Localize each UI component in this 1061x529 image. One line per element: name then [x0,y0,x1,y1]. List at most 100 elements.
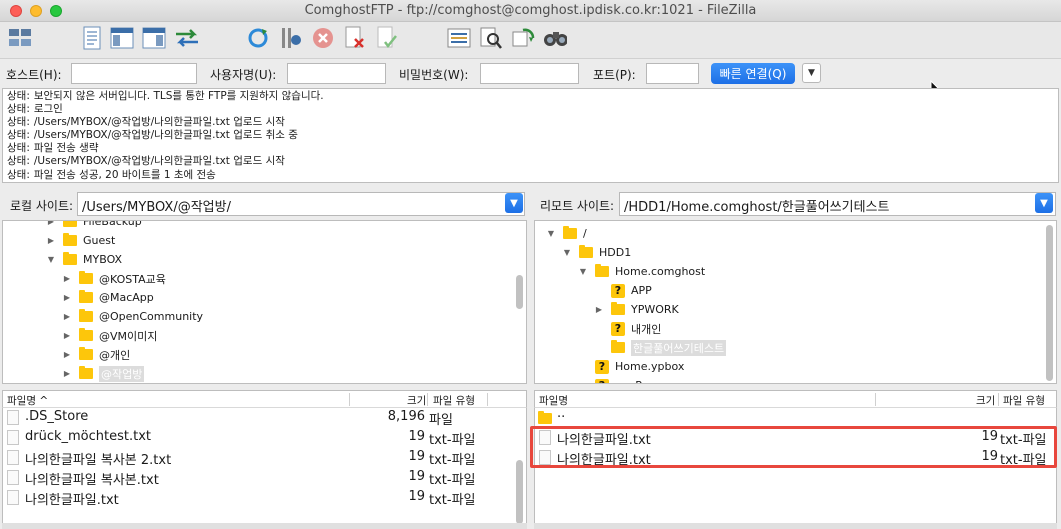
file-size: 19 [408,429,425,444]
local-horizontal-scrollbar[interactable] [2,523,527,529]
search-icon[interactable] [543,26,567,50]
expander-icon[interactable]: ▼ [561,248,573,257]
expander-icon[interactable]: ▶ [61,350,73,359]
refresh-icon[interactable] [246,26,270,50]
file-name: 나의한글파일 복사본.txt [25,473,159,488]
tree-item[interactable]: ▼ MYBOX [45,250,122,269]
tree-item-label: YPWORK [631,303,679,316]
tree-item[interactable]: ▼ HDD1 [561,243,631,262]
expander-icon[interactable]: ▼ [577,267,589,276]
toggle-remote-tree-icon[interactable] [142,26,166,50]
remote-column-filename[interactable]: 파일명 [539,393,568,408]
local-file-list-header: 파일명 ^ 크기 파일 유형 [2,390,527,408]
file-row[interactable]: drück_möchtest.txt 19 txt-파일 [3,428,523,448]
remote-column-type[interactable]: 파일 유형 [1003,393,1045,408]
expander-icon[interactable]: ▶ [61,331,73,340]
folder-icon [79,328,93,341]
local-file-list[interactable]: .DS_Store 8,196 파일 drück_möchtest.txt 19 txt-… [2,408,527,529]
host-input[interactable] [71,63,197,84]
tree-item[interactable]: ▶ @작업방 [61,364,145,383]
remote-directory-tree[interactable]: ▼ / ▼ HDD1 ▼ Home.comghost? APP ▶ YPWORK ? 내개인 한글풀어… [534,220,1057,384]
tree-item-label: @MacApp [99,291,154,304]
tree-item[interactable]: ? APP [593,281,652,300]
file-icon [7,490,19,505]
tree-item[interactable]: 한글풀어쓰기테스트 [593,338,727,357]
local-path-dropdown-icon[interactable]: ▼ [505,193,523,213]
expander-icon[interactable]: ▶ [45,221,57,226]
site-manager-icon[interactable] [8,26,32,50]
filter-icon[interactable] [479,26,503,50]
tree-item[interactable]: ? ovpRepo [577,376,663,383]
expander-icon[interactable]: ▼ [45,255,57,264]
tree-item[interactable]: ? Home.ypbox [577,357,684,376]
quickconnect-button[interactable]: 빠른 연결(Q) [711,63,795,84]
local-column-filename[interactable]: 파일명 ^ [7,393,48,408]
parent-directory-row[interactable]: .. [535,408,1055,428]
process-queue-icon[interactable] [279,26,303,50]
log-status-label: 상태: [7,155,30,168]
local-path-combo[interactable]: /Users/MYBOX/@작업방/ [77,192,525,216]
expander-icon[interactable]: ▶ [45,236,57,245]
tree-item[interactable]: ▶ @KOSTA교육 [61,269,166,288]
log-status-label: 상태: [7,129,30,142]
password-input[interactable] [480,63,579,84]
tree-item[interactable]: ▼ Home.comghost [577,262,705,281]
log-line: 상태: 파일 전송 성공, 20 바이트를 1 초에 전송 [7,169,1054,182]
folder-icon [79,347,93,360]
expander-icon[interactable]: ▶ [61,274,73,283]
file-row[interactable]: 나의한글파일 복사본.txt 19 txt-파일 [3,468,523,488]
file-row[interactable]: 나의한글파일.txt 19 txt-파일 [3,488,523,508]
remote-path-dropdown-icon[interactable]: ▼ [1035,193,1053,213]
cancel-icon[interactable] [311,26,335,50]
toggle-local-tree-icon[interactable] [110,26,134,50]
tree-item-label: @KOSTA교육 [99,272,166,286]
sync-browse-icon[interactable] [511,26,535,50]
local-column-size[interactable]: 크기 [407,393,426,408]
transfer-queue-icon[interactable] [174,26,198,50]
port-input[interactable] [646,63,699,84]
remote-tree-scrollbar[interactable] [1046,225,1053,381]
remote-path-combo[interactable]: /HDD1/Home.comghost/한글풀어쓰기테스트 [619,192,1056,216]
file-row[interactable]: .DS_Store 8,196 파일 [3,408,523,428]
file-name: 나의한글파일 복사본 2.txt [25,453,172,468]
username-input[interactable] [287,63,386,84]
toggle-log-icon[interactable] [80,26,104,50]
folder-icon [79,271,93,284]
quickconnect-history-dropdown[interactable]: ▼ [802,63,821,83]
tree-item[interactable]: ▶ FileBackup [45,221,142,231]
unknown-folder-icon: ? [595,378,609,383]
remote-site-bar: 리모트 사이트: /HDD1/Home.comghost/한글풀어쓰기테스트 ▼ [534,192,1057,218]
disconnect-icon[interactable] [343,26,367,50]
reconnect-icon[interactable] [375,26,399,50]
remote-column-size[interactable]: 크기 [976,393,995,408]
file-name: 나의한글파일.txt [25,493,119,508]
directory-compare-icon[interactable] [447,26,471,50]
tree-item[interactable]: ▶ @VM이미지 [61,326,157,345]
message-log[interactable]: 상태: 보안되지 않은 서버입니다. TLS를 통한 FTP를 지원하지 않습니다… [2,88,1059,183]
file-row[interactable]: 나의한글파일 복사본 2.txt 19 txt-파일 [3,448,523,468]
log-line: 상태:/Users/MYBOX/@작업방/나의한글파일.txt 업로드 취소 중 [7,129,1054,142]
remote-horizontal-scrollbar[interactable] [534,523,1057,529]
expander-icon[interactable]: ▶ [61,293,73,302]
tree-item[interactable]: ▶ @개인 [61,345,130,364]
expander-icon[interactable]: ▶ [61,312,73,321]
tree-item[interactable]: ▼ / [545,224,587,243]
remote-site-label: 리모트 사이트: [540,199,615,213]
local-tree-scrollbar[interactable] [516,275,523,309]
folder-icon [579,245,593,258]
local-column-type[interactable]: 파일 유형 [433,393,475,408]
local-site-bar: 로컬 사이트: /Users/MYBOX/@작업방/ ▼ [2,192,526,218]
tree-item[interactable]: ▶ @MacApp [61,288,154,307]
folder-icon [63,233,77,246]
file-size: 19 [408,489,425,504]
tree-item[interactable]: ? 내개인 [593,319,661,338]
expander-icon[interactable]: ▶ [61,369,73,378]
folder-icon [63,252,77,265]
tree-item[interactable]: ▶ @OpenCommunity [61,307,203,326]
local-directory-tree[interactable]: ▶ FileBackup ▶ Guest ▼ MYBOX ▶ @KOSTA교육 ▶ @MacApp… [2,220,527,384]
expander-icon[interactable]: ▼ [545,229,557,238]
tree-item[interactable]: ▶ YPWORK [593,300,679,319]
expander-icon[interactable]: ▶ [593,305,605,314]
tree-item-label: MYBOX [83,253,123,266]
tree-item[interactable]: ▶ Guest [45,231,115,250]
